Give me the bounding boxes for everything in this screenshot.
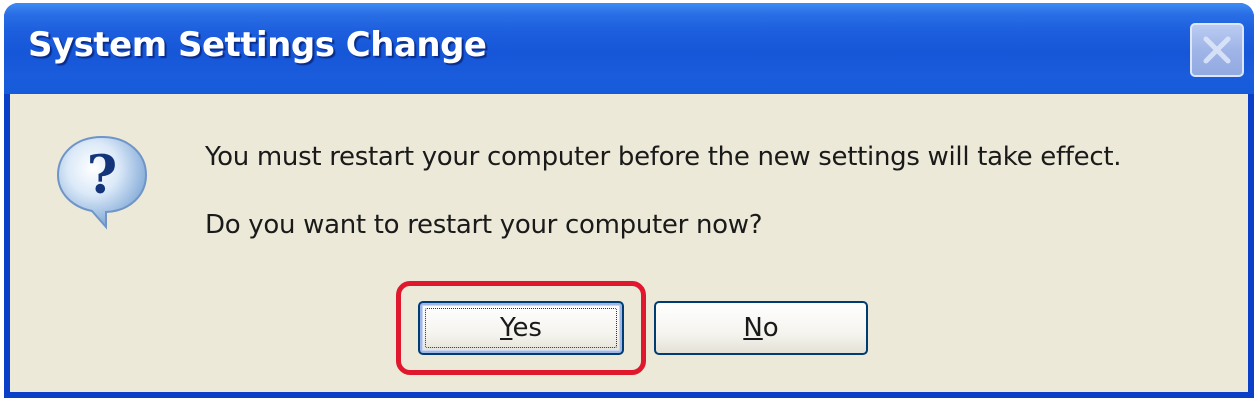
svg-text:?: ? <box>87 145 117 206</box>
focus-ring <box>425 308 617 348</box>
question-icon: ? <box>56 135 148 230</box>
yes-button[interactable]: Yes <box>418 301 624 355</box>
no-button[interactable]: No <box>654 301 868 355</box>
dialog-body: ? You must restart your computer before … <box>10 94 1248 392</box>
close-icon <box>1203 36 1231 64</box>
message-text-line1: You must restart your computer before th… <box>205 142 1122 172</box>
dialog-title: System Settings Change <box>28 25 487 65</box>
title-bar[interactable]: System Settings Change <box>4 3 1254 94</box>
dialog-window: System Settings Change ? You must restar… <box>4 3 1254 398</box>
no-button-label: No <box>743 313 779 343</box>
close-button[interactable] <box>1190 23 1244 77</box>
message-text-line2: Do you want to restart your computer now… <box>205 210 763 240</box>
